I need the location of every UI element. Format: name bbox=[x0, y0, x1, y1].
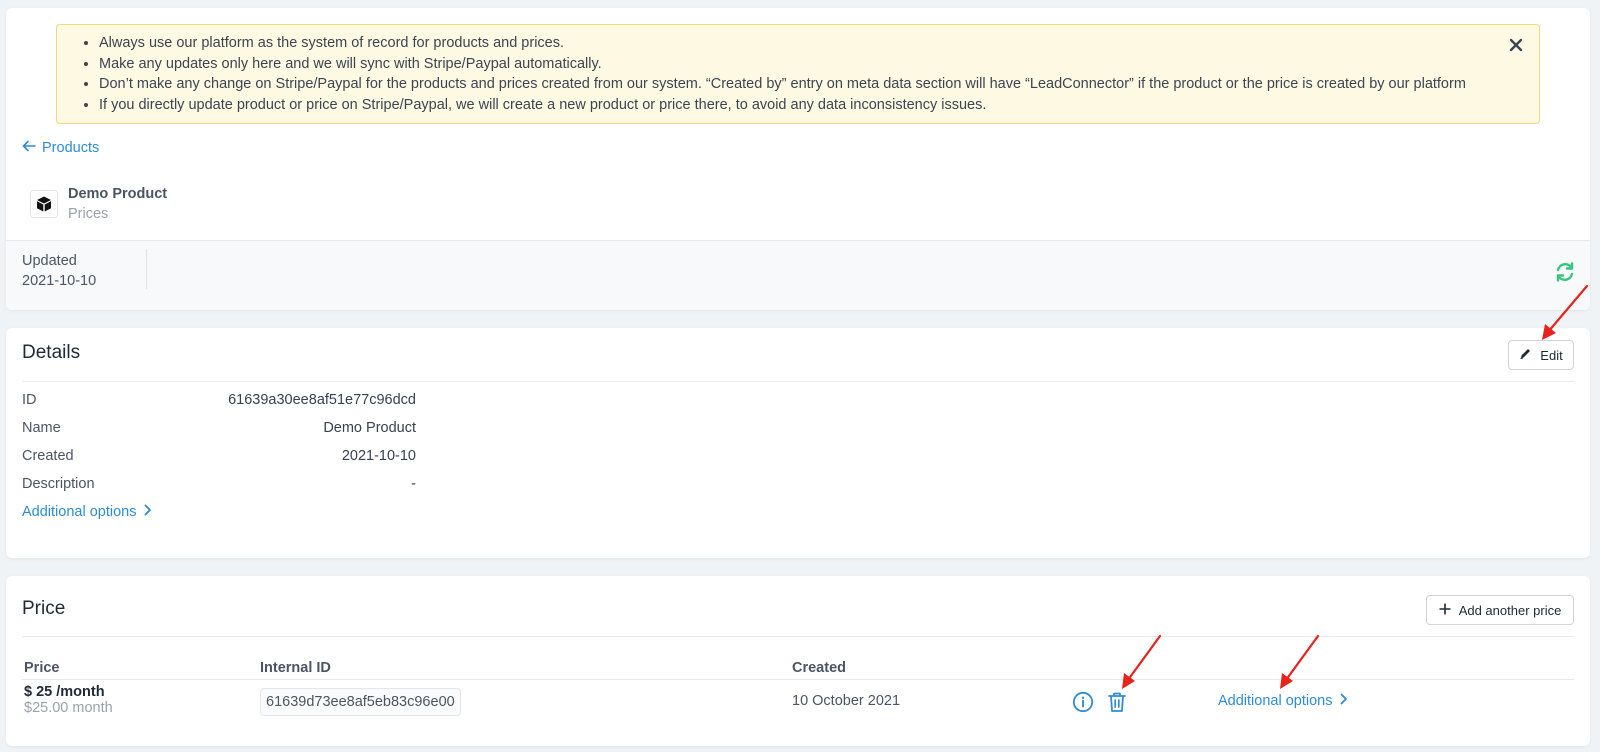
alert-item: Make any updates only here and we will s… bbox=[99, 54, 1479, 75]
chevron-right-icon bbox=[144, 504, 152, 520]
detail-label: Description bbox=[22, 476, 95, 492]
detail-value: Demo Product bbox=[323, 420, 416, 436]
detail-label: ID bbox=[22, 392, 37, 408]
refresh-icon[interactable] bbox=[1554, 261, 1576, 283]
alert-item: Don’t make any change on Stripe/Paypal f… bbox=[99, 74, 1479, 95]
updated-label: Updated bbox=[22, 253, 77, 269]
detail-value: 61639a30ee8af51e77c96dcd bbox=[228, 392, 416, 408]
details-title: Details bbox=[22, 342, 81, 363]
details-additional-options-link[interactable]: Additional options bbox=[22, 504, 152, 520]
table-header-divider bbox=[22, 679, 1574, 680]
box-icon bbox=[30, 190, 58, 218]
detail-row-created: Created 2021-10-10 bbox=[22, 448, 416, 464]
add-price-label: Add another price bbox=[1458, 602, 1562, 618]
price-title: Price bbox=[22, 598, 66, 619]
column-header-internal-id: Internal ID bbox=[260, 660, 331, 676]
price-amount-sub: $25.00 month bbox=[24, 700, 113, 716]
column-header-price: Price bbox=[24, 660, 60, 676]
back-to-products-link[interactable]: Products bbox=[22, 140, 99, 156]
detail-row-id: ID 61639a30ee8af51e77c96dcd bbox=[22, 392, 416, 408]
meta-divider bbox=[146, 249, 147, 289]
detail-label: Created bbox=[22, 448, 74, 464]
updated-meta: Updated 2021-10-10 bbox=[22, 251, 96, 291]
detail-row-name: Name Demo Product bbox=[22, 420, 416, 436]
arrow-left-icon bbox=[22, 140, 36, 156]
product-header-card: Always use our platform as the system of… bbox=[6, 8, 1590, 310]
alert-item: If you directly update product or price … bbox=[99, 95, 1479, 116]
created-date: 10 October 2021 bbox=[792, 693, 901, 709]
details-card: Details Edit ID 61639a30ee8af51e77c96dcd… bbox=[6, 328, 1590, 558]
price-divider bbox=[22, 636, 1574, 637]
internal-id-chip[interactable]: 61639d73ee8af5eb83c96e00 bbox=[260, 688, 461, 716]
add-another-price-button[interactable]: Add another price bbox=[1426, 595, 1574, 625]
trash-icon[interactable] bbox=[1107, 691, 1127, 718]
price-cell: $ 25 /month $25.00 month bbox=[24, 684, 113, 716]
meta-strip: Updated 2021-10-10 bbox=[6, 240, 1590, 310]
product-subtitle: Prices bbox=[68, 206, 109, 222]
product-name: Demo Product bbox=[68, 186, 168, 202]
updated-value: 2021-10-10 bbox=[22, 273, 97, 289]
pencil-icon bbox=[1519, 347, 1532, 363]
plus-icon bbox=[1439, 603, 1451, 618]
alert-list: Always use our platform as the system of… bbox=[81, 33, 1479, 115]
product-heading: Demo Product Prices bbox=[30, 184, 167, 224]
chevron-right-icon bbox=[1340, 693, 1348, 709]
info-icon[interactable] bbox=[1072, 691, 1094, 718]
price-amount: $ 25 /month bbox=[24, 684, 105, 700]
price-card: Price Add another price Price Internal I… bbox=[6, 576, 1590, 746]
detail-label: Name bbox=[22, 420, 61, 436]
column-header-created: Created bbox=[792, 660, 846, 676]
edit-button[interactable]: Edit bbox=[1508, 340, 1574, 370]
additional-options-label: Additional options bbox=[1218, 693, 1333, 709]
price-additional-options-link[interactable]: Additional options bbox=[1218, 693, 1348, 709]
detail-value: - bbox=[411, 476, 416, 492]
detail-row-description: Description - bbox=[22, 476, 416, 492]
details-divider bbox=[22, 381, 1574, 382]
detail-value: 2021-10-10 bbox=[341, 448, 416, 464]
edit-button-label: Edit bbox=[1540, 347, 1563, 363]
additional-options-label: Additional options bbox=[22, 504, 137, 520]
alert-item: Always use our platform as the system of… bbox=[99, 33, 1479, 54]
close-icon[interactable] bbox=[1507, 37, 1525, 55]
back-link-label: Products bbox=[42, 140, 100, 156]
info-alert: Always use our platform as the system of… bbox=[56, 24, 1540, 124]
